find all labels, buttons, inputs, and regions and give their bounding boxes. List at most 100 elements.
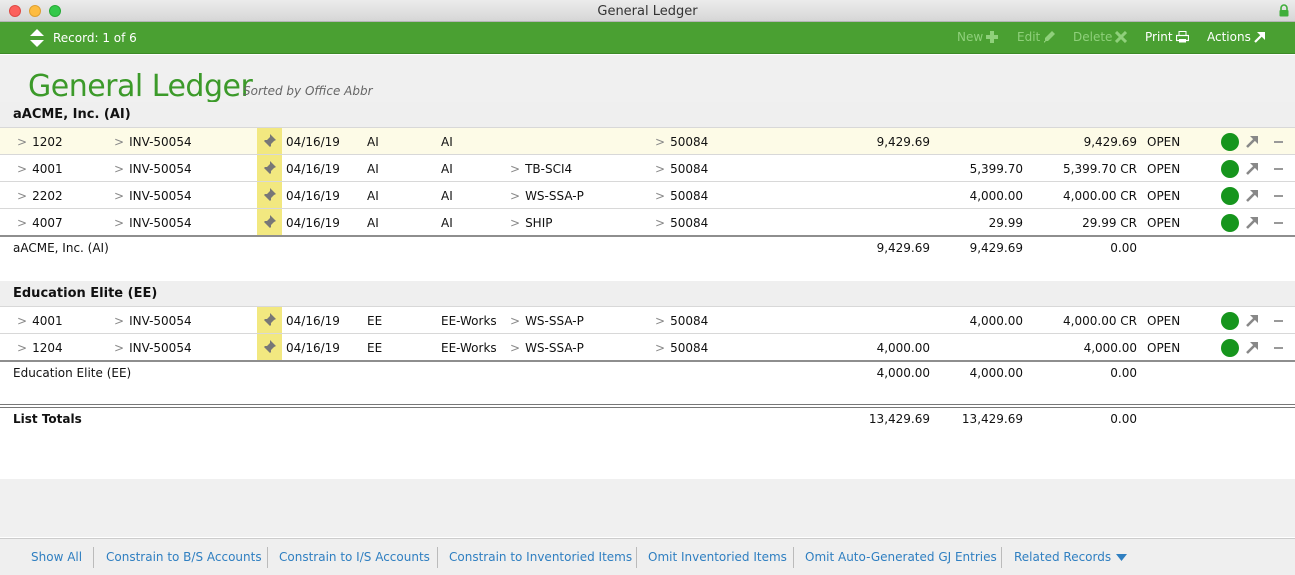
account-value: 4001 bbox=[32, 314, 63, 328]
footer-divider bbox=[437, 547, 438, 568]
debit-cell: 4,000.00 bbox=[876, 341, 930, 355]
account-cell[interactable]: >4001 bbox=[17, 314, 63, 328]
chevron-right-icon: > bbox=[655, 341, 666, 355]
remove-row-icon[interactable] bbox=[1274, 195, 1283, 197]
pin-button[interactable] bbox=[257, 128, 282, 154]
list-totals-row: List Totals 13,429.69 13,429.69 0.00 bbox=[0, 404, 1295, 479]
table-row[interactable]: >4001 > INV-50054 04/16/19 EE EE-Works > W… bbox=[0, 307, 1295, 334]
chevron-right-icon: > bbox=[114, 341, 125, 355]
table-row[interactable]: >4007 > INV-50054 04/16/19 AI AI > SHIP >5… bbox=[0, 209, 1295, 236]
table-row[interactable]: >1204 > INV-50054 04/16/19 EE EE-Works > W… bbox=[0, 334, 1295, 361]
status-cell: OPEN bbox=[1147, 341, 1181, 355]
lock-icon bbox=[1279, 4, 1289, 17]
printer-icon bbox=[1175, 31, 1189, 43]
pin-button[interactable] bbox=[257, 155, 282, 181]
date-cell: 04/16/19 bbox=[286, 341, 340, 355]
line-item-code-cell[interactable]: > WS-SSA-P bbox=[510, 189, 584, 203]
chevron-right-icon: > bbox=[655, 135, 666, 149]
status-indicator-icon bbox=[1221, 312, 1239, 330]
actions-button[interactable]: Actions bbox=[1207, 30, 1265, 44]
remove-row-icon[interactable] bbox=[1274, 347, 1283, 349]
status-cell: OPEN bbox=[1147, 162, 1181, 176]
chevron-right-icon: > bbox=[17, 216, 28, 230]
constrain-bs-accounts-link[interactable]: Constrain to B/S Accounts bbox=[106, 550, 262, 564]
table-row[interactable]: >4001 > INV-50054 04/16/19 AI AI > TB-SCI4… bbox=[0, 155, 1295, 182]
account-value: 4001 bbox=[32, 162, 63, 176]
record-navigator-icon[interactable] bbox=[30, 29, 44, 47]
line-item-code-value: WS-SSA-P bbox=[525, 314, 584, 328]
open-record-icon[interactable] bbox=[1246, 162, 1259, 175]
group-header: aACME, Inc. (AI) bbox=[0, 102, 1295, 128]
constrain-is-accounts-link[interactable]: Constrain to I/S Accounts bbox=[279, 550, 430, 564]
date-cell: 04/16/19 bbox=[286, 162, 340, 176]
order-cell[interactable]: >50084 bbox=[655, 162, 708, 176]
transaction-id-cell[interactable]: > INV-50054 bbox=[114, 341, 192, 355]
transaction-id-cell[interactable]: > INV-50054 bbox=[114, 189, 192, 203]
account-cell[interactable]: >1202 bbox=[17, 135, 63, 149]
chevron-right-icon: > bbox=[510, 341, 521, 355]
chevron-right-icon: > bbox=[17, 162, 28, 176]
account-cell[interactable]: >4001 bbox=[17, 162, 63, 176]
transaction-id-cell[interactable]: > INV-50054 bbox=[114, 135, 192, 149]
pin-button[interactable] bbox=[257, 307, 282, 333]
chevron-down-icon[interactable] bbox=[1116, 554, 1127, 561]
open-record-icon[interactable] bbox=[1246, 216, 1259, 229]
chevron-right-icon: > bbox=[17, 135, 28, 149]
pencil-icon bbox=[1044, 31, 1056, 43]
chevron-right-icon: > bbox=[510, 189, 521, 203]
table-row[interactable]: >2202 > INV-50054 04/16/19 AI AI > WS-SSA-… bbox=[0, 182, 1295, 209]
open-record-icon[interactable] bbox=[1246, 341, 1259, 354]
edit-label: Edit bbox=[1017, 30, 1041, 44]
chevron-right-icon: > bbox=[655, 314, 666, 328]
show-all-link[interactable]: Show All bbox=[31, 550, 82, 564]
transaction-id-cell[interactable]: > INV-50054 bbox=[114, 162, 192, 176]
open-record-icon[interactable] bbox=[1246, 189, 1259, 202]
line-item-code-cell[interactable]: > SHIP bbox=[510, 216, 552, 230]
remove-row-icon[interactable] bbox=[1274, 168, 1283, 170]
new-button[interactable]: New bbox=[957, 30, 999, 44]
print-button[interactable]: Print bbox=[1145, 30, 1189, 44]
account-cell[interactable]: >4007 bbox=[17, 216, 63, 230]
order-cell[interactable]: >50084 bbox=[655, 216, 708, 230]
chevron-right-icon: > bbox=[114, 216, 125, 230]
office-cell: EE bbox=[367, 341, 383, 355]
remove-row-icon[interactable] bbox=[1274, 141, 1283, 143]
related-records-link[interactable]: Related Records bbox=[1014, 550, 1111, 564]
chevron-right-icon: > bbox=[655, 216, 666, 230]
subtotal-debit-balance: 0.00 bbox=[1110, 366, 1137, 380]
constrain-inventoried-items-link[interactable]: Constrain to Inventoried Items bbox=[449, 550, 632, 564]
line-item-code-cell[interactable]: > TB-SCI4 bbox=[510, 162, 572, 176]
chevron-right-icon: > bbox=[17, 341, 28, 355]
order-cell[interactable]: >50084 bbox=[655, 189, 708, 203]
open-record-icon[interactable] bbox=[1246, 314, 1259, 327]
pin-button[interactable] bbox=[257, 209, 282, 235]
remove-row-icon[interactable] bbox=[1274, 320, 1283, 322]
edit-button[interactable]: Edit bbox=[1017, 30, 1056, 44]
pin-button[interactable] bbox=[257, 334, 282, 360]
chevron-right-icon: > bbox=[655, 162, 666, 176]
order-cell[interactable]: >50084 bbox=[655, 135, 708, 149]
omit-inventoried-items-link[interactable]: Omit Inventoried Items bbox=[648, 550, 787, 564]
account-cell[interactable]: >1204 bbox=[17, 341, 63, 355]
order-cell[interactable]: >50084 bbox=[655, 314, 708, 328]
delete-button[interactable]: Delete bbox=[1073, 30, 1128, 44]
subtotal-credit: 9,429.69 bbox=[969, 241, 1023, 255]
omit-auto-generated-gj-entries-link[interactable]: Omit Auto-Generated GJ Entries bbox=[805, 550, 997, 564]
list-totals-label: List Totals bbox=[13, 412, 82, 426]
footer-divider bbox=[93, 547, 94, 568]
open-record-icon[interactable] bbox=[1246, 135, 1259, 148]
remove-row-icon[interactable] bbox=[1274, 222, 1283, 224]
transaction-id-cell[interactable]: > INV-50054 bbox=[114, 216, 192, 230]
order-cell[interactable]: >50084 bbox=[655, 341, 708, 355]
transaction-id-cell[interactable]: > INV-50054 bbox=[114, 314, 192, 328]
group-subtotal-row: Education Elite (EE) 4,000.00 4,000.00 0… bbox=[0, 360, 1295, 406]
line-item-code-cell[interactable]: > WS-SSA-P bbox=[510, 341, 584, 355]
pin-button[interactable] bbox=[257, 182, 282, 208]
dept-cell: AI bbox=[441, 189, 453, 203]
line-item-code-cell[interactable]: > WS-SSA-P bbox=[510, 314, 584, 328]
account-cell[interactable]: >2202 bbox=[17, 189, 63, 203]
subtotal-label: aACME, Inc. (AI) bbox=[13, 241, 109, 255]
transaction-id-value: INV-50054 bbox=[129, 189, 192, 203]
office-cell: EE bbox=[367, 314, 383, 328]
table-row[interactable]: >1202 > INV-50054 04/16/19 AI AI >50084 9… bbox=[0, 128, 1295, 155]
